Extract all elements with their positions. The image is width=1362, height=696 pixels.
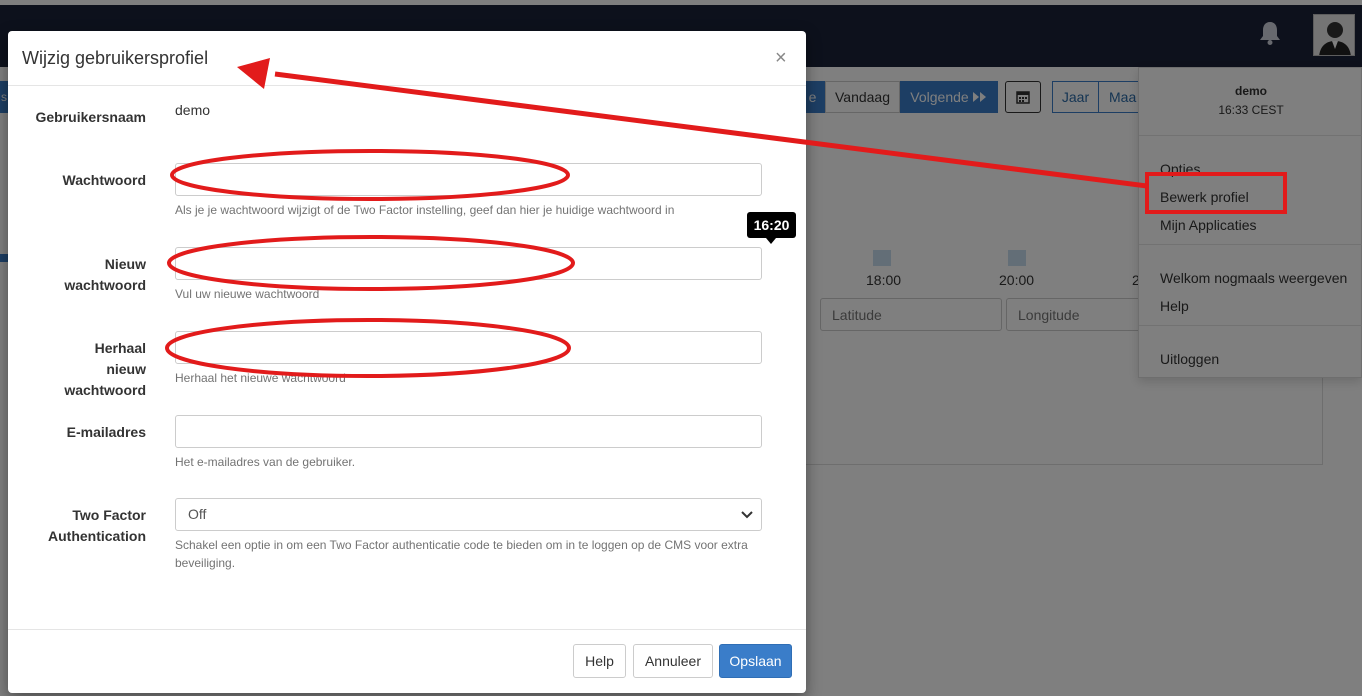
cancel-button[interactable]: Annuleer (633, 644, 713, 678)
repeat-password-label-line: Herhaal (94, 340, 146, 356)
email-input[interactable] (175, 415, 762, 448)
chevron-down-icon (741, 511, 753, 519)
help-button[interactable]: Help (573, 644, 626, 678)
repeat-password-help: Herhaal het nieuwe wachtwoord (175, 371, 346, 385)
new-password-label-line: wachtwoord (64, 277, 146, 293)
password-label: Wachtwoord (62, 172, 146, 188)
new-password-input[interactable] (175, 247, 762, 280)
two-factor-select[interactable]: Off (175, 498, 762, 531)
email-help: Het e-mailadres van de gebruiker. (175, 455, 356, 469)
modal-footer-divider (8, 629, 806, 630)
close-icon[interactable]: × (775, 47, 787, 70)
two-factor-label: Two Factor Authentication (48, 505, 146, 547)
modal-header-divider (8, 85, 806, 86)
time-tooltip: 16:20 (747, 212, 796, 238)
new-password-help: Vul uw nieuwe wachtwoord (175, 287, 320, 301)
two-factor-label-line: Authentication (48, 528, 146, 544)
username-value: demo (175, 102, 211, 118)
repeat-password-label-line: wachtwoord (64, 382, 146, 398)
password-help: Als je je wachtwoord wijzigt of de Two F… (175, 203, 675, 217)
new-password-label: Nieuw wachtwoord (64, 254, 146, 296)
two-factor-label-line: Two Factor (72, 507, 146, 523)
username-label: Gebruikersnaam (35, 109, 147, 125)
tooltip-arrow (766, 238, 776, 244)
modal-title: Wijzig gebruikersprofiel (22, 48, 209, 68)
new-password-label-line: Nieuw (104, 256, 146, 272)
email-label: E-mailadres (66, 424, 146, 440)
repeat-password-input[interactable] (175, 331, 762, 364)
edit-profile-modal: Wijzig gebruikersprofiel × Gebruikersnaa… (8, 31, 806, 693)
two-factor-selected-value: Off (188, 506, 207, 522)
repeat-password-label: Herhaal nieuw wachtwoord (64, 338, 146, 401)
two-factor-help: Schakel een optie in om een Two Factor a… (175, 538, 748, 570)
repeat-password-label-line: nieuw (106, 361, 146, 377)
password-input[interactable] (175, 163, 762, 196)
save-button[interactable]: Opslaan (719, 644, 792, 678)
